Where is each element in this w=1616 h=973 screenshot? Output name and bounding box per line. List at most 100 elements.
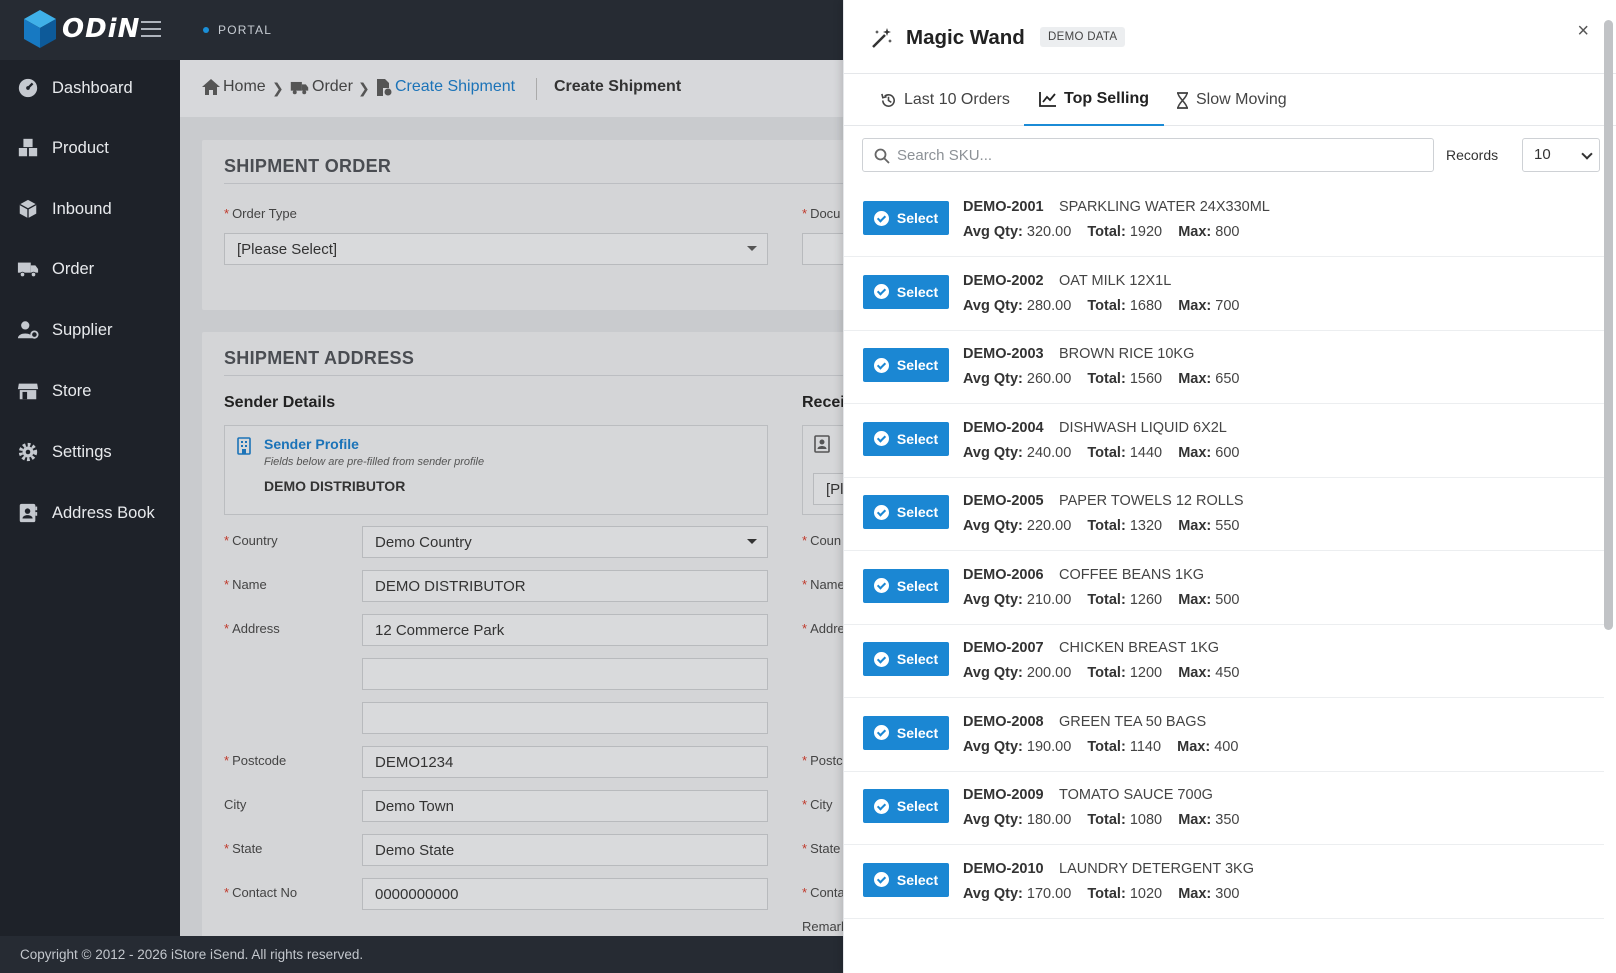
country-select[interactable]: Demo Country [362,526,768,558]
sidebar-item-address-book[interactable]: Address Book [0,488,180,538]
contact-value: 0000000000 [375,886,459,903]
item-sku: DEMO-2002 [963,272,1044,289]
select-button[interactable]: Select [863,495,949,529]
chevron-down-icon [1581,148,1593,160]
order-type-label-text: Order Type [232,206,297,221]
total-label: Total: [1087,885,1126,902]
select-button[interactable]: Select [863,201,949,235]
item-stats: Avg Qty: 210.00 Total: 1260 Max: 500 [963,592,1240,608]
receiver-remark-label-text: Remark [802,919,848,934]
avg-qty-value: 320.00 [1026,224,1072,240]
check-circle-icon [873,872,889,887]
hourglass-icon [1177,91,1188,109]
sidebar-item-store[interactable]: Store [0,366,180,416]
portal-label[interactable]: PORTAL [218,23,272,37]
max-value: 350 [1215,812,1240,828]
city-input[interactable]: Demo Town [362,790,768,822]
address-line-2-input[interactable] [362,658,768,690]
max-value: 700 [1215,297,1240,314]
sidebar-item-supplier[interactable]: Supplier [0,305,180,355]
avg-qty-value: 200.00 [1026,665,1072,681]
item-description: DISHWASH LIQUID 6X2L [1059,419,1227,436]
receiver-postcode-label: * Postc [802,753,843,768]
avg-qty-value: 180.00 [1026,812,1072,828]
sidebar-item-label: Dashboard [52,78,133,97]
select-button[interactable]: Select [863,274,949,309]
name-input[interactable]: DEMO DISTRIBUTOR [362,570,768,602]
item-description: GREEN TEA 50 BAGS [1059,713,1207,730]
breadcrumb-home[interactable]: Home [202,78,266,96]
address-label: * Address [224,621,280,636]
tab-top-selling[interactable]: Top Selling [1024,74,1165,126]
menu-toggle-icon[interactable] [141,21,161,39]
max-label: Max: [1177,738,1211,755]
history-icon [881,93,895,107]
records-select[interactable]: 10 [1522,138,1600,172]
demo-data-badge: DEMO DATA [1040,27,1126,47]
address-line-3-input[interactable] [362,702,768,734]
sidebar-item-product[interactable]: Product [0,123,180,173]
list-item: Select DEMO-2009 TOMATO SAUCE 700G Avg Qty:… [844,772,1604,845]
portal-status-dot [203,27,209,33]
sidebar-item-inbound[interactable]: Inbound [0,184,180,234]
postcode-input[interactable]: DEMO1234 [362,746,768,778]
address-label-text: Address [232,621,280,636]
search-input[interactable]: Search SKU... [862,138,1434,172]
total-value: 1560 [1129,371,1163,387]
item-sku: DEMO-2004 [963,419,1044,436]
list-item: Select DEMO-2004 DISHWASH LIQUID 6X2L Avg Q… [844,405,1604,478]
check-circle-icon [873,504,889,520]
avg-qty-label: Avg Qty: [963,224,1023,240]
close-icon[interactable]: × [1577,20,1589,43]
logo-cube-icon [24,10,56,48]
country-value: Demo Country [375,534,472,551]
receiver-name-label: * Name [802,577,845,592]
tab-slow-moving[interactable]: Slow Moving [1176,74,1287,126]
breadcrumb-create-shipment[interactable]: Create Shipment [376,78,515,96]
receiver-state-label: * State [802,841,840,856]
state-input[interactable]: Demo State [362,834,768,866]
select-button[interactable]: Select [863,715,949,750]
sidebar-item-label: Inbound [52,199,112,218]
item-stats: Avg Qty: 170.00 Total: 1020 Max: 300 [963,886,1240,902]
select-button[interactable]: Select [863,789,949,823]
select-button[interactable]: Select [863,568,949,603]
avg-qty-label: Avg Qty: [963,738,1023,755]
sidebar-item-order[interactable]: Order [0,244,180,294]
select-button[interactable]: Select [863,348,949,382]
total-value: 1320 [1129,518,1163,534]
store-icon [17,383,39,400]
avg-qty-value: 260.00 [1026,371,1072,387]
select-button[interactable]: Select [863,421,949,456]
select-button[interactable]: Select [863,642,949,676]
sidebar-item-dashboard[interactable]: Dashboard [0,63,180,113]
address-line-1-input[interactable]: 12 Commerce Park [362,614,768,646]
logo-text: ODiN [62,14,141,44]
document-label: * Docu [802,206,840,221]
check-circle-icon [873,431,889,446]
item-description: BROWN RICE 10KG [1059,346,1195,362]
box-icon [19,199,37,219]
country-label-text: Country [232,533,278,548]
select-button[interactable]: Select [863,862,949,897]
breadcrumb-order[interactable]: Order [290,78,353,96]
receiver-contact-label: * Conta [802,885,845,900]
panel-scrollbar[interactable] [1604,20,1613,630]
total-value: 1020 [1129,885,1163,902]
tab-last-10-orders[interactable]: Last 10 Orders [880,74,1010,126]
required-marker: * [224,753,230,768]
contact-input[interactable]: 0000000000 [362,878,768,910]
item-stats: Avg Qty: 260.00 Total: 1560 Max: 650 [963,371,1240,387]
gear-icon [18,442,38,462]
check-circle-icon [873,357,889,373]
sidebar-item-settings[interactable]: Settings [0,427,180,477]
item-sku: DEMO-2007 [963,640,1044,656]
select-button-label: Select [896,283,939,300]
check-circle-icon [873,284,889,299]
check-circle-icon [873,651,889,667]
postcode-value: DEMO1234 [375,754,454,771]
order-type-select[interactable]: [Please Select] [224,233,768,265]
avg-qty-label: Avg Qty: [963,591,1023,608]
sender-profile-name: DEMO DISTRIBUTOR [264,478,406,494]
receiver-name-label-text: Name [810,577,845,592]
